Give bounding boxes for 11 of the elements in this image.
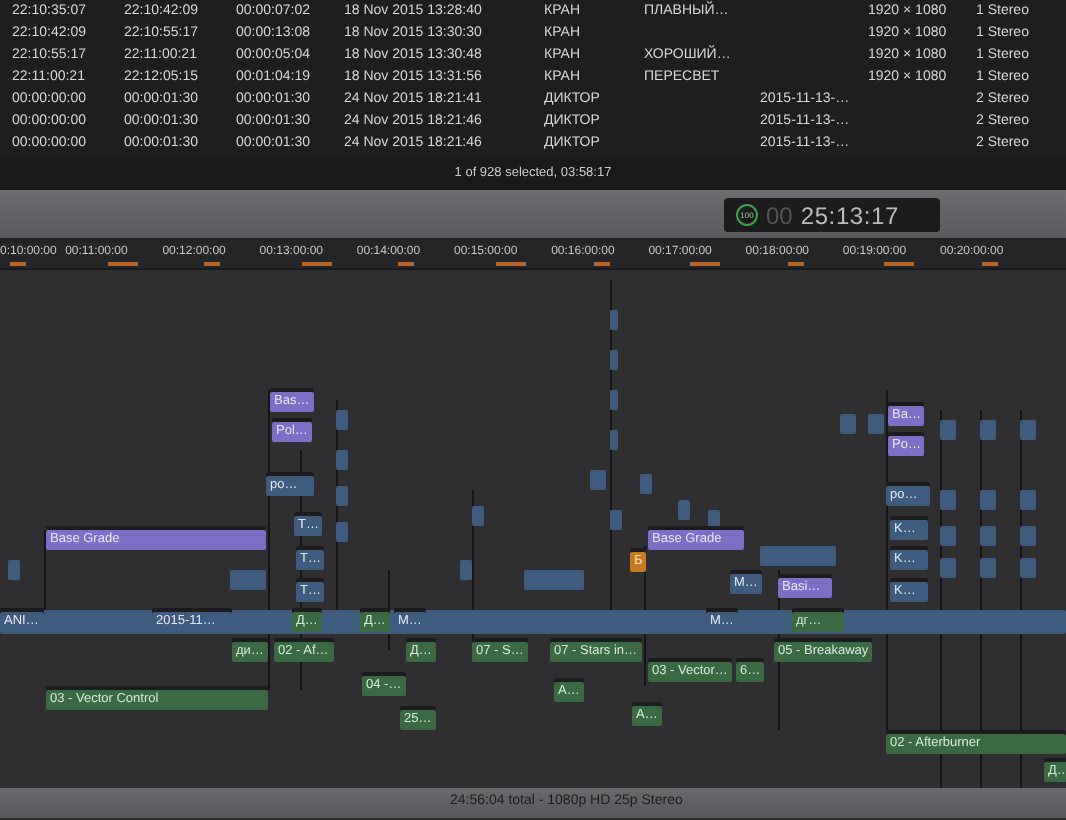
- clip-block: [1020, 420, 1036, 440]
- clip-block: [8, 560, 20, 580]
- clip-block: [980, 420, 996, 440]
- clip-block: [760, 546, 836, 566]
- timecode-value: 25:13:17: [800, 199, 899, 233]
- clip-block: [230, 570, 266, 590]
- timecode-hours: 00: [766, 199, 793, 233]
- clip-block: [460, 560, 472, 580]
- clip-block: [940, 420, 956, 440]
- clip-block: [524, 570, 584, 590]
- clip-block: [472, 506, 484, 526]
